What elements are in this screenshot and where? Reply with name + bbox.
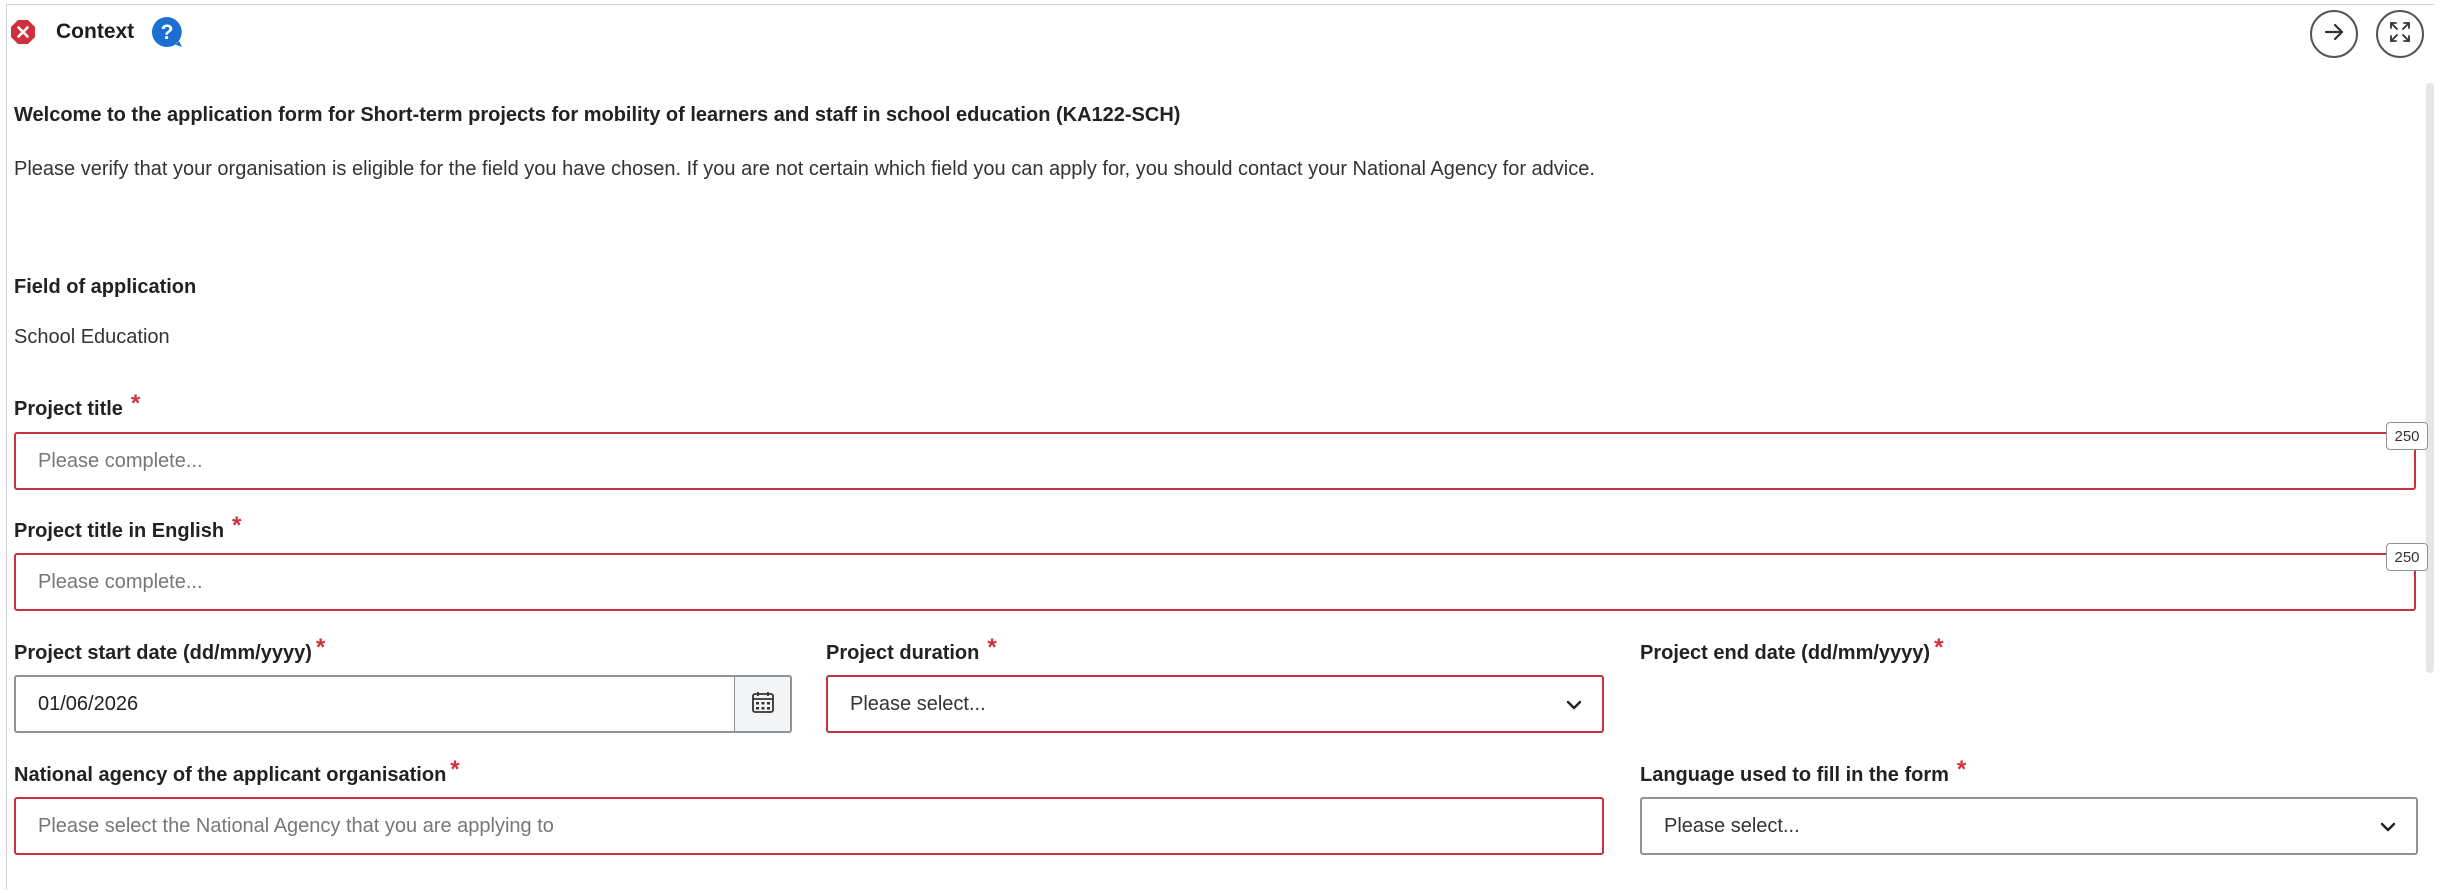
project-title-input[interactable]: Please complete... xyxy=(14,432,2416,490)
language-select[interactable]: Please select... xyxy=(1640,797,2418,855)
required-marker: * xyxy=(232,512,242,539)
project-title-en-label: Project title in English * xyxy=(14,512,241,544)
project-title-en-input[interactable]: Please complete... xyxy=(14,553,2416,611)
svg-text:?: ? xyxy=(161,21,174,44)
required-marker: * xyxy=(450,756,460,783)
language-label-text: Language used to fill in the form xyxy=(1640,764,1949,786)
scrollbar[interactable] xyxy=(2426,83,2434,673)
end-date-label-text: Project end date (dd/mm/yyyy) xyxy=(1640,642,1931,664)
section-title: Context xyxy=(56,20,135,43)
duration-select[interactable]: Please select... xyxy=(826,675,1604,733)
start-date-label-text: Project start date (dd/mm/yyyy) xyxy=(14,642,312,664)
required-marker: * xyxy=(987,634,997,661)
field-of-application-value: School Education xyxy=(14,326,170,348)
field-of-application-label: Field of application xyxy=(14,276,197,298)
national-agency-label-text: National agency of the applicant organis… xyxy=(14,764,447,786)
national-agency-label: National agency of the applicant organis… xyxy=(14,756,460,788)
character-counter: 250 xyxy=(2386,543,2428,571)
next-section-button[interactable] xyxy=(2310,10,2358,58)
end-date-label: Project end date (dd/mm/yyyy) * xyxy=(1640,634,1943,666)
calendar-icon xyxy=(751,690,775,719)
required-marker: * xyxy=(315,634,326,661)
error-icon xyxy=(10,19,36,45)
language-select-value: Please select... xyxy=(1664,814,1800,837)
duration-label: Project duration * xyxy=(826,634,997,666)
duration-label-text: Project duration xyxy=(826,642,980,664)
duration-select-value: Please select... xyxy=(850,692,986,715)
project-title-label: Project title * xyxy=(14,390,140,422)
arrow-right-icon xyxy=(2323,21,2345,48)
project-title-label-text: Project title xyxy=(14,398,123,420)
date-picker-button[interactable] xyxy=(734,675,792,733)
expand-button[interactable] xyxy=(2376,10,2424,58)
required-marker: * xyxy=(1934,634,1944,661)
project-title-en-label-text: Project title in English xyxy=(14,520,225,542)
chevron-down-icon xyxy=(2378,817,2398,837)
language-label: Language used to fill in the form * xyxy=(1640,756,1966,788)
intro-text: Please verify that your organisation is … xyxy=(14,158,1595,180)
national-agency-input[interactable]: Please select the National Agency that y… xyxy=(14,797,1604,855)
question-circle-icon[interactable]: ? xyxy=(150,15,184,49)
chevron-down-icon xyxy=(1564,695,1584,715)
section-header: Context ? xyxy=(10,12,184,52)
start-date-label: Project start date (dd/mm/yyyy) * xyxy=(14,634,325,666)
start-date-input[interactable]: 01/06/2026 xyxy=(14,675,736,733)
required-marker: * xyxy=(1956,756,1967,783)
required-marker: * xyxy=(130,390,141,417)
expand-icon xyxy=(2389,21,2411,48)
intro-title: Welcome to the application form for Shor… xyxy=(14,104,1181,126)
character-counter: 250 xyxy=(2386,422,2428,450)
